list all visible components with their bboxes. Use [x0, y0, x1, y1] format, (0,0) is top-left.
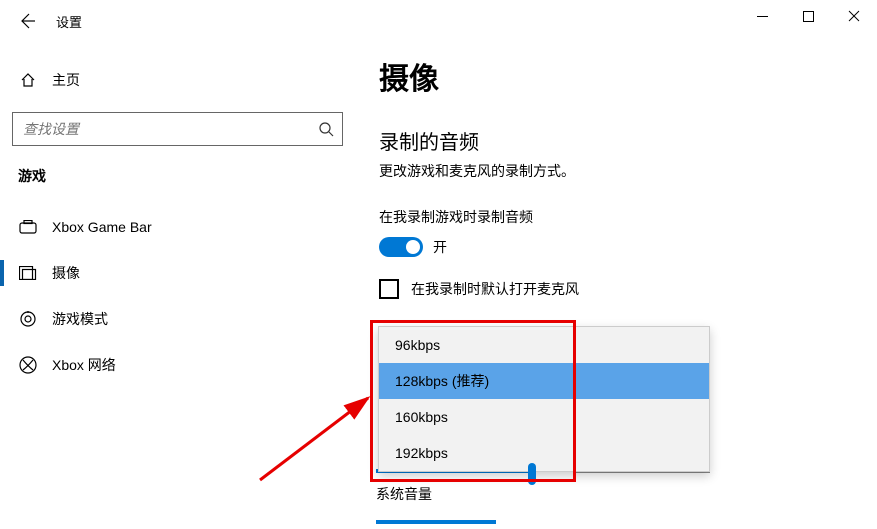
section-description: 更改游戏和麦克风的录制方式。	[379, 161, 877, 181]
nav-captures[interactable]: 摄像	[0, 250, 355, 296]
nav-label: 摄像	[52, 263, 80, 283]
mic-default-checkbox[interactable]	[379, 279, 399, 299]
title-bar: 设置	[0, 0, 82, 42]
sidebar-section-header: 游戏	[0, 166, 355, 186]
search-icon	[310, 121, 342, 137]
search-box[interactable]	[12, 112, 343, 146]
minimize-button[interactable]	[739, 0, 785, 32]
sidebar-nav: Xbox Game Bar 摄像 游戏模式 Xbox 网络	[0, 204, 355, 388]
window-caption-controls	[739, 0, 877, 32]
game-bar-icon	[18, 220, 38, 234]
page-title: 摄像	[379, 54, 877, 98]
nav-xbox-network[interactable]: Xbox 网络	[0, 342, 355, 388]
section-title: 录制的音频	[379, 126, 877, 155]
nav-label: Xbox 网络	[52, 355, 116, 375]
mic-default-label: 在我录制时默认打开麦克风	[411, 279, 579, 299]
nav-label: Xbox Game Bar	[52, 219, 152, 235]
nav-label: 游戏模式	[52, 309, 108, 329]
game-mode-icon	[18, 310, 38, 328]
nav-game-mode[interactable]: 游戏模式	[0, 296, 355, 342]
nav-xbox-game-bar[interactable]: Xbox Game Bar	[0, 204, 355, 250]
xbox-icon	[18, 356, 38, 374]
slider-track-filled	[376, 520, 496, 524]
toggle-caption: 在我录制游戏时录制音频	[379, 207, 877, 227]
maximize-button[interactable]	[785, 0, 831, 32]
dropdown-option[interactable]: 192kbps	[379, 435, 709, 471]
close-button[interactable]	[831, 0, 877, 32]
dropdown-option-selected[interactable]: 128kbps (推荐)	[379, 363, 709, 399]
settings-window: 设置 主页 游戏 Xbox Game Bar	[0, 0, 877, 529]
slider-thumb[interactable]	[528, 463, 536, 485]
sidebar: 主页 游戏 Xbox Game Bar 摄像	[0, 42, 355, 529]
sidebar-home[interactable]: 主页	[0, 62, 355, 98]
dropdown-option[interactable]: 96kbps	[379, 327, 709, 363]
record-audio-toggle-row: 开	[379, 237, 877, 257]
audio-quality-dropdown[interactable]: 96kbps 128kbps (推荐) 160kbps 192kbps	[378, 326, 710, 472]
back-button[interactable]	[6, 1, 46, 41]
sidebar-home-label: 主页	[52, 70, 80, 90]
captures-icon	[18, 266, 38, 280]
record-audio-toggle[interactable]	[379, 237, 423, 257]
mic-default-row: 在我录制时默认打开麦克风	[379, 279, 877, 299]
dropdown-option[interactable]: 160kbps	[379, 399, 709, 435]
search-input[interactable]	[13, 121, 310, 137]
toggle-state-label: 开	[433, 237, 447, 257]
home-icon	[18, 72, 38, 88]
system-volume-label: 系统音量	[376, 484, 432, 504]
app-title: 设置	[56, 12, 82, 31]
